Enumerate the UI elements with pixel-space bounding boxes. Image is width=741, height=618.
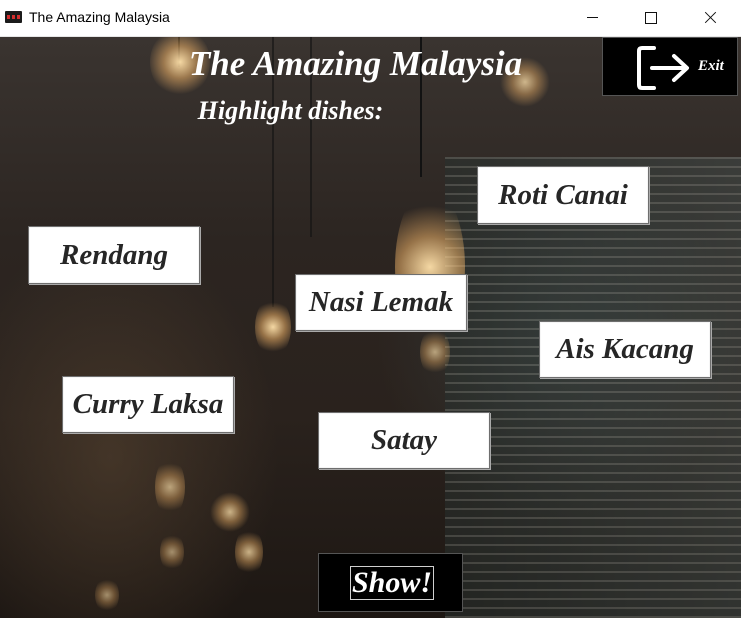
- dish-button-ais-kacang[interactable]: Ais Kacang: [539, 321, 711, 378]
- close-button[interactable]: [687, 0, 733, 36]
- chalkboard-backdrop: [445, 157, 741, 618]
- window-titlebar: The Amazing Malaysia: [0, 0, 741, 37]
- maximize-icon: [645, 12, 657, 24]
- show-button[interactable]: Show!: [318, 553, 463, 612]
- dish-button-rendang[interactable]: Rendang: [28, 226, 200, 284]
- window-title: The Amazing Malaysia: [29, 9, 170, 25]
- app-icon: [5, 11, 22, 23]
- minimize-button[interactable]: [569, 0, 615, 36]
- exit-label: Exit: [698, 58, 724, 74]
- page-subtitle: Highlight dishes:: [197, 96, 384, 125]
- minimize-icon: [587, 17, 598, 18]
- dish-button-nasi-lemak[interactable]: Nasi Lemak: [295, 274, 467, 331]
- dish-button-roti-canai[interactable]: Roti Canai: [477, 166, 649, 224]
- show-label: Show!: [350, 566, 435, 600]
- dish-button-curry-laksa[interactable]: Curry Laksa: [62, 376, 234, 433]
- maximize-button[interactable]: [628, 0, 674, 36]
- dish-button-satay[interactable]: Satay: [318, 412, 490, 469]
- exit-icon: [637, 46, 689, 90]
- exit-button[interactable]: Exit: [602, 37, 738, 96]
